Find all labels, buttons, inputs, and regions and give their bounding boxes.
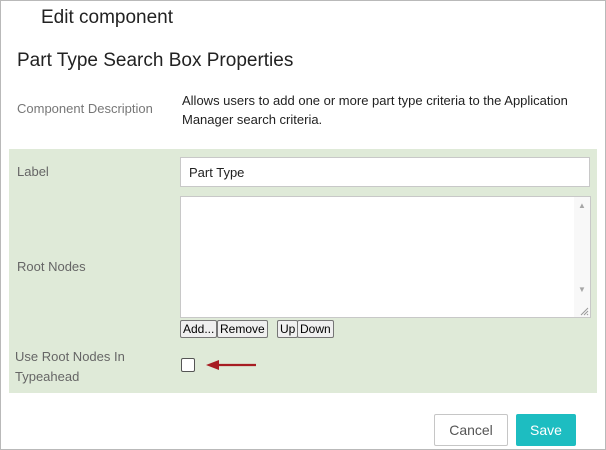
remove-button[interactable]: Remove [217,320,268,338]
label-field-label: Label [17,164,49,179]
listbox-scrollbar[interactable]: ▲ ▼ [574,197,590,317]
down-button[interactable]: Down [297,320,334,338]
scroll-up-icon[interactable]: ▲ [574,199,590,213]
scroll-down-icon[interactable]: ▼ [574,283,590,297]
add-button[interactable]: Add... [180,320,218,338]
dialog-title: Edit component [41,7,174,28]
use-root-nodes-label-line1: Use Root Nodes In [15,349,125,364]
root-nodes-listbox[interactable]: ▲ ▼ [180,196,591,318]
component-description-text: Allows users to add one or more part typ… [182,93,568,127]
label-input[interactable] [180,157,590,187]
component-description-label: Component Description [17,101,153,116]
use-root-nodes-label-line2: Typeahead [15,369,80,384]
section-title: Part Type Search Box Properties [17,50,294,71]
red-arrow-icon [206,360,256,370]
save-button[interactable]: Save [516,414,576,446]
edit-component-dialog: Edit component Part Type Search Box Prop… [0,0,606,450]
use-root-nodes-checkbox[interactable] [181,358,195,372]
up-button[interactable]: Up [277,320,299,338]
cancel-button[interactable]: Cancel [434,414,508,446]
root-nodes-label: Root Nodes [17,259,86,274]
resize-grip-icon[interactable] [579,306,589,316]
